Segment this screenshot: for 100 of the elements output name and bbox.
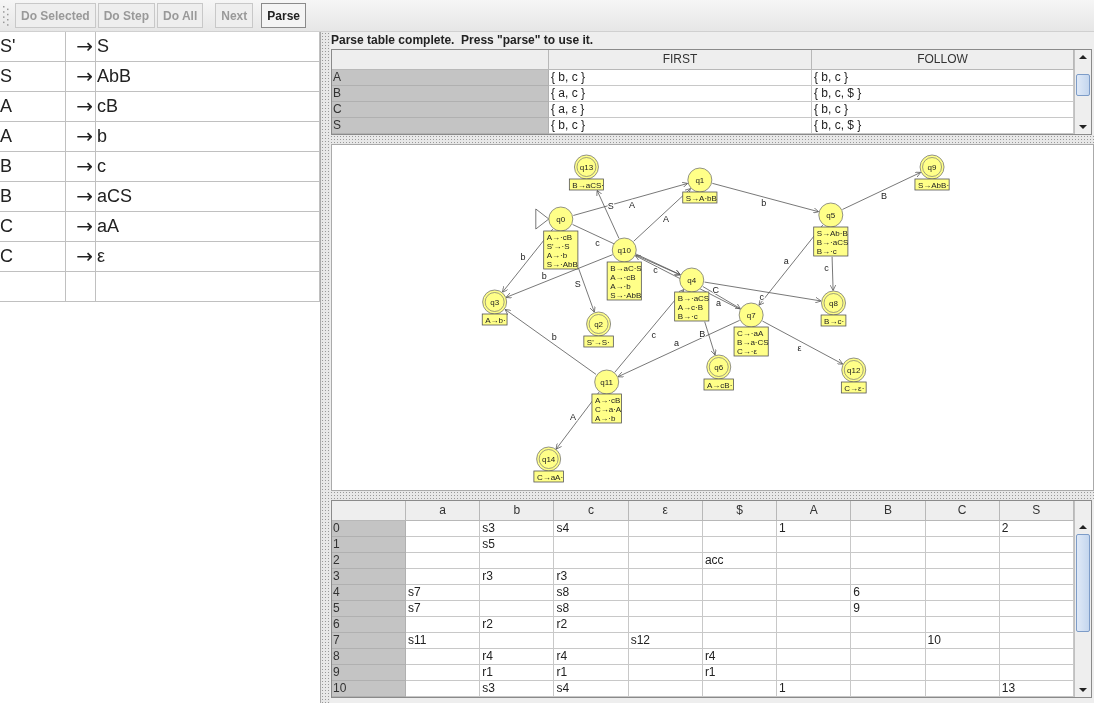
transition-label: c	[651, 329, 657, 340]
column-header[interactable]: FIRST	[549, 50, 812, 70]
transition-label: b	[541, 270, 547, 281]
splitter-bar[interactable]	[330, 491, 1094, 500]
splitter-bar[interactable]	[321, 32, 330, 703]
item-label: A→b·	[481, 313, 508, 326]
table-cell: s12	[628, 633, 703, 649]
table-cell: { b, c }	[549, 118, 812, 134]
grammar-rhs[interactable]: aA	[96, 212, 320, 242]
grammar-rhs[interactable]: b	[96, 122, 320, 152]
state-node[interactable]: q1	[687, 167, 713, 193]
status-message: Parse table complete. Press "parse" to use it.	[330, 32, 595, 49]
grammar-lhs[interactable]: A	[0, 92, 66, 122]
toolbar-button[interactable]: Parse	[261, 3, 306, 28]
table-cell: 6	[851, 585, 926, 601]
table-cell: s7	[406, 585, 481, 601]
row-header: A	[332, 70, 549, 86]
grammar-lhs[interactable]: A	[0, 122, 66, 152]
grammar-lhs[interactable]: S'	[0, 32, 66, 62]
grammar-rhs[interactable]: c	[96, 152, 320, 182]
grammar-lhs[interactable]: C	[0, 242, 66, 272]
grammar-rhs[interactable]: aCS	[96, 182, 320, 212]
table-cell: s4	[554, 521, 629, 537]
scroll-thumb[interactable]	[1076, 74, 1090, 96]
item-label: A→·cB C→a·A A→·b	[591, 393, 622, 424]
toolbar-grip[interactable]	[2, 3, 10, 28]
state-node[interactable]: q4	[679, 267, 705, 293]
column-header[interactable]: S	[999, 501, 1074, 521]
table-cell: r3	[480, 569, 555, 585]
row-header: 10	[332, 681, 406, 697]
column-header[interactable]: C	[925, 501, 1000, 521]
grammar-rhs[interactable]: cB	[96, 92, 320, 122]
item-label: B→aCS·	[568, 178, 604, 191]
column-header[interactable]: ε	[628, 501, 703, 521]
table-cell: s8	[554, 601, 629, 617]
column-header[interactable]: $	[702, 501, 778, 521]
table-cell: acc	[702, 553, 778, 569]
grammar-lhs[interactable]: S	[0, 62, 66, 92]
grammar-lhs[interactable]: C	[0, 212, 66, 242]
column-header[interactable]: A	[777, 501, 852, 521]
state-node[interactable]: q5	[818, 202, 844, 228]
scrollbar[interactable]	[1074, 501, 1091, 697]
table-cell: 13	[999, 681, 1074, 697]
transition-label: C	[712, 285, 720, 296]
state-node[interactable]: q2	[586, 311, 611, 337]
table-cell: r4	[702, 649, 778, 665]
row-header: 2	[332, 553, 406, 569]
empty-cell[interactable]	[0, 272, 66, 302]
transition-label: c	[824, 263, 829, 273]
table-cell: r1	[480, 665, 555, 681]
state-node[interactable]: q12	[841, 357, 867, 383]
state-node[interactable]: q11	[594, 369, 620, 395]
column-header[interactable]: FOLLOW	[812, 50, 1074, 70]
scrollbar[interactable]	[1074, 50, 1091, 134]
column-header[interactable]: b	[480, 501, 555, 521]
row-header: 9	[332, 665, 406, 681]
table-cell: 2	[999, 521, 1074, 537]
state-node[interactable]: q10	[611, 237, 637, 263]
table-cell: s7	[406, 601, 481, 617]
grammar-rhs[interactable]: S	[96, 32, 320, 62]
table-cell: r1	[554, 665, 629, 681]
row-header: 1	[332, 537, 406, 553]
grammar-rhs[interactable]: AbB	[96, 62, 320, 92]
transition-label: B	[699, 329, 706, 339]
table-cell: s11	[406, 633, 481, 649]
column-header[interactable]: c	[554, 501, 629, 521]
row-header: S	[332, 118, 549, 134]
item-label: C→·aA B→a·CS C→·ε	[733, 326, 769, 357]
grammar-rhs[interactable]: ε	[96, 242, 320, 272]
transition-label: a	[783, 256, 789, 267]
row-header: 7	[332, 633, 406, 649]
state-node[interactable]: q9	[919, 154, 945, 180]
state-node[interactable]: q13	[574, 154, 599, 180]
empty-cell[interactable]	[96, 272, 320, 302]
scroll-thumb[interactable]	[1076, 534, 1090, 632]
row-header: 4	[332, 585, 406, 601]
item-label: S→AbB·	[914, 178, 950, 191]
transition-label: a	[673, 338, 679, 349]
empty-cell[interactable]	[66, 272, 96, 302]
transition-label: a	[715, 297, 721, 308]
state-node[interactable]: q14	[536, 446, 562, 472]
table-cell: { b, c, $ }	[812, 86, 1074, 102]
state-node[interactable]: q8	[821, 290, 846, 316]
column-header[interactable]: B	[851, 501, 926, 521]
state-node[interactable]: q6	[706, 354, 732, 380]
state-node[interactable]: q7	[738, 302, 764, 328]
item-label: B→aC·S A→·cB A→·b S→·AbB	[606, 261, 642, 301]
table-cell: { b, c }	[812, 70, 1074, 86]
column-header[interactable]: a	[406, 501, 481, 521]
grammar-lhs[interactable]: B	[0, 152, 66, 182]
transition-label: b	[761, 198, 767, 209]
table-cell: r2	[554, 617, 629, 633]
transition-label: b	[520, 251, 526, 262]
transition-label: c	[595, 237, 600, 248]
item-label: B→c·	[820, 314, 847, 327]
grammar-lhs[interactable]: B	[0, 182, 66, 212]
state-node[interactable]: q3	[482, 289, 508, 315]
transition-label: B	[881, 191, 887, 202]
table-cell: r3	[554, 569, 629, 585]
table-cell: s8	[554, 585, 629, 601]
